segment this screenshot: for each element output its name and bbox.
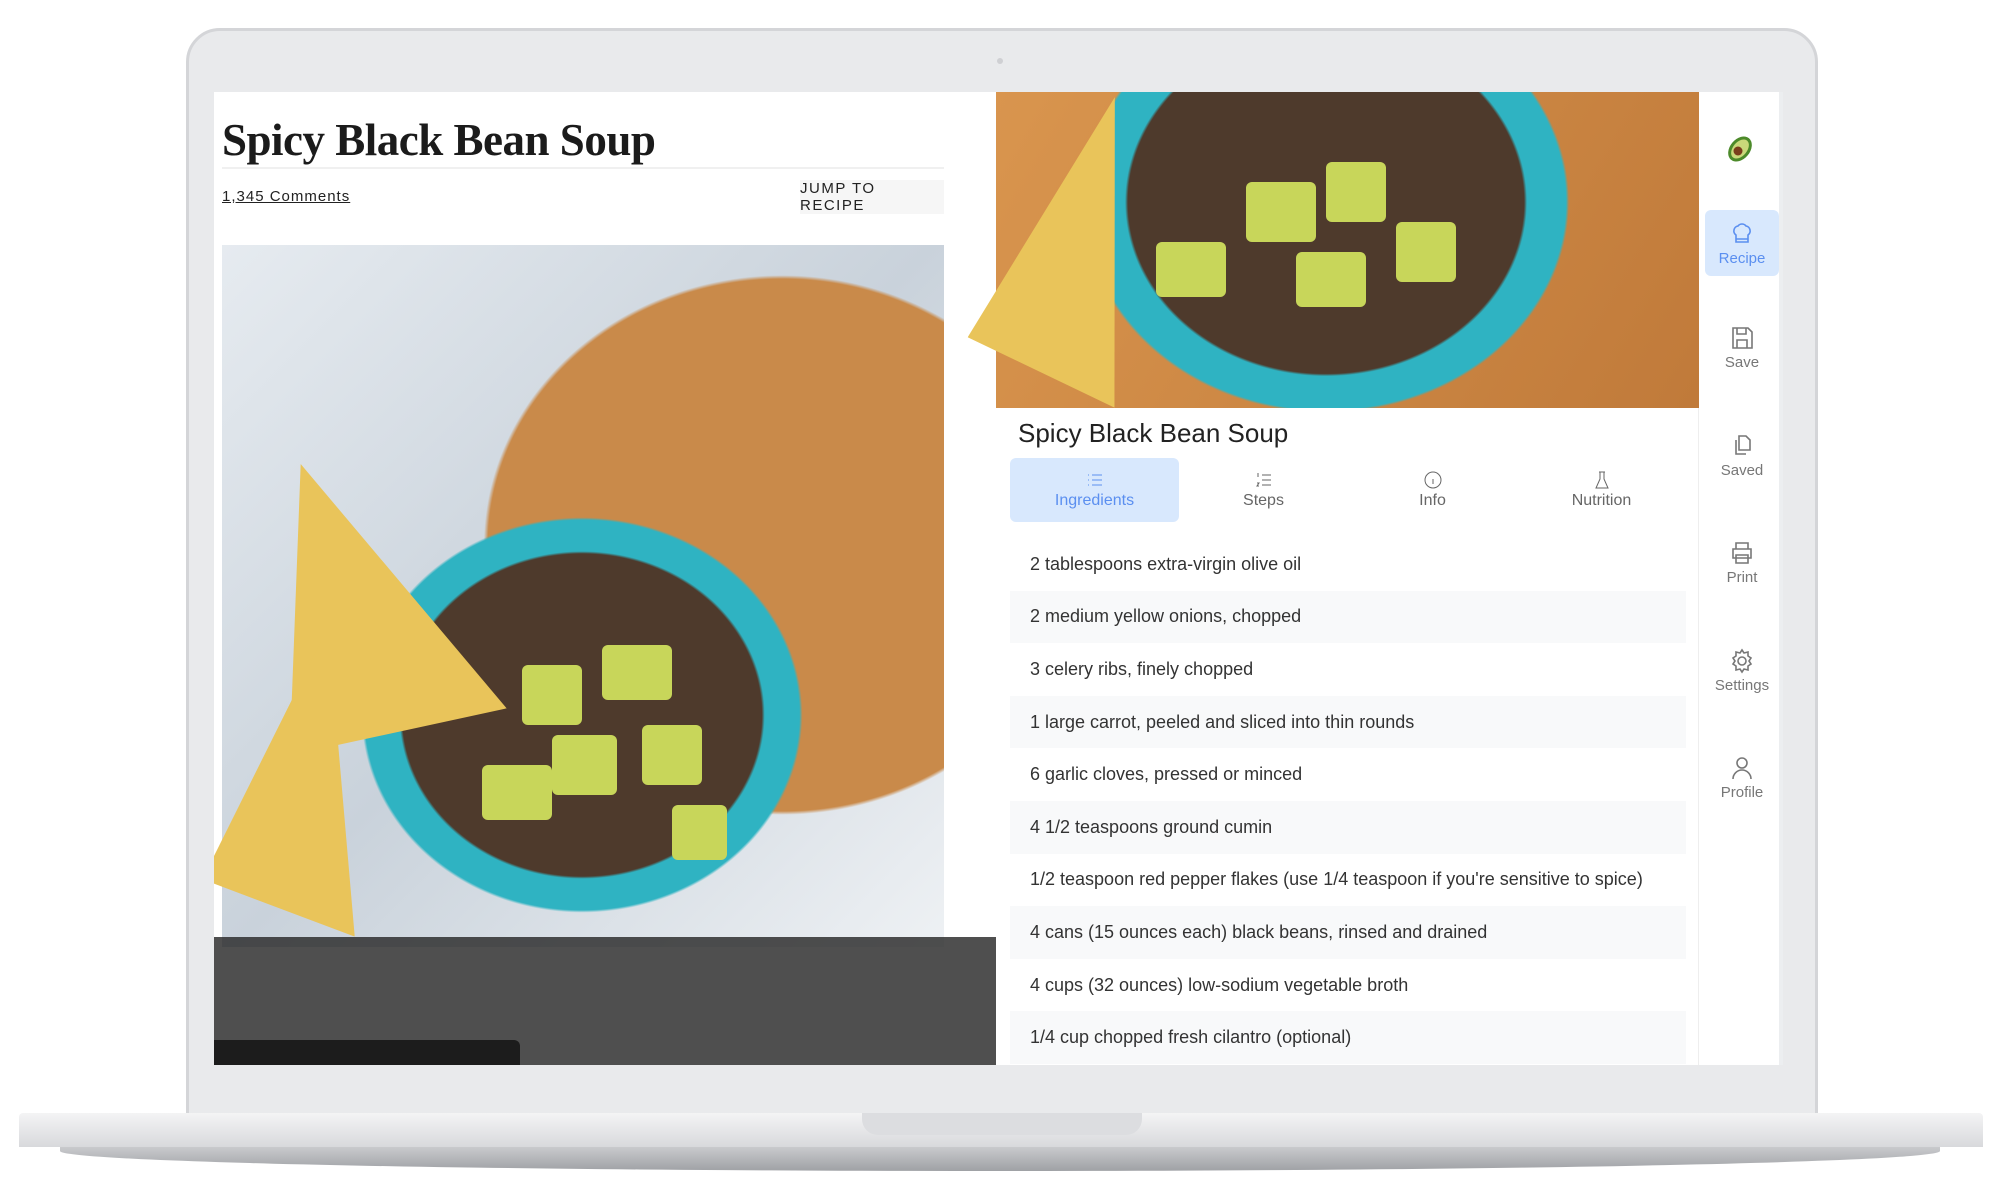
sidebar-item-label: Save [1724, 353, 1760, 371]
list-item: 1 large carrot, peeled and sliced into t… [1010, 695, 1686, 749]
user-icon [1732, 756, 1752, 779]
page-title: Spicy Black Bean Soup [222, 115, 656, 165]
sidebar-item-label: Recipe [1718, 249, 1766, 267]
sidebar-item-print[interactable]: Print [1705, 529, 1779, 595]
comments-link[interactable]: 1,345 Comments [222, 188, 350, 205]
chef-hat-icon [1733, 222, 1751, 243]
info-icon [1424, 471, 1441, 489]
tab-steps[interactable]: Steps [1179, 458, 1348, 522]
tab-label: Nutrition [1571, 492, 1632, 509]
scrollbar[interactable] [1779, 92, 1783, 1065]
printer-icon [1732, 541, 1752, 564]
numbered-list-icon [1255, 473, 1271, 487]
blog-page: Spicy Black Bean Soup 1,345 Comments JUM… [214, 92, 996, 1065]
sidebar-item-settings[interactable]: Settings [1705, 637, 1779, 703]
list-item: 1/2 teaspoon red pepper flakes (use 1/4 … [1030, 869, 1643, 890]
tab-label: Steps [1243, 492, 1284, 509]
sidebar-item-label: Print [1726, 568, 1758, 586]
copy-icon [1735, 434, 1751, 455]
recipe-tabs: Ingredients Steps Info Nutrition [1010, 458, 1686, 522]
recipe-title: Spicy Black Bean Soup [1018, 418, 1289, 448]
ingredients-list: 2 tablespoons extra-virgin olive oil 2 m… [1010, 538, 1686, 1064]
sidebar: Recipe Save Saved Print Settings Profile [1699, 92, 1779, 1065]
list-icon [1087, 474, 1102, 486]
jump-to-recipe-button[interactable]: JUMP TO RECIPE [800, 180, 944, 214]
list-item: 1/4 cup chopped fresh cilantro (optional… [1010, 1011, 1686, 1064]
list-item: 3 celery ribs, finely chopped [1030, 658, 1254, 679]
sidebar-item-label: Settings [1714, 676, 1770, 694]
sidebar-item-recipe[interactable]: Recipe [1705, 210, 1779, 276]
sidebar-item-label: Profile [1720, 783, 1764, 801]
laptop-base-bottom [60, 1147, 1940, 1171]
recipe-photo [996, 92, 1699, 408]
list-item: 2 medium yellow onions, chopped [1010, 590, 1686, 644]
divider [222, 167, 944, 169]
overlay-bar [214, 1040, 520, 1065]
soup-photo [222, 245, 944, 947]
list-item: 4 1/2 teaspoons ground cumin [1010, 800, 1686, 854]
tab-nutrition[interactable]: Nutrition [1517, 458, 1686, 522]
camera [997, 58, 1003, 64]
laptop-notch [862, 1113, 1142, 1135]
gear-icon [1731, 648, 1753, 673]
avocado-logo-icon [1728, 136, 1752, 162]
list-item: 2 tablespoons extra-virgin olive oil [1030, 553, 1302, 574]
save-icon [1732, 326, 1753, 349]
sidebar-item-save[interactable]: Save [1705, 314, 1779, 380]
sidebar-item-saved[interactable]: Saved [1705, 422, 1779, 488]
tab-label: Info [1419, 492, 1446, 509]
sidebar-item-label: Saved [1720, 461, 1764, 479]
list-item: 4 cups (32 ounces) low-sodium vegetable … [1030, 974, 1409, 995]
recipe-panel: Spicy Black Bean Soup Ingredients Steps … [996, 92, 1699, 1065]
screen: Spicy Black Bean Soup 1,345 Comments JUM… [214, 92, 1783, 1065]
sidebar-item-profile[interactable]: Profile [1705, 744, 1779, 810]
list-item: 4 cans (15 ounces each) black beans, rin… [1010, 906, 1686, 959]
tab-label: Ingredients [1054, 492, 1135, 509]
list-item: 6 garlic cloves, pressed or minced [1030, 764, 1303, 785]
tab-info[interactable]: Info [1348, 458, 1517, 522]
flask-icon [1594, 471, 1609, 489]
tab-ingredients[interactable]: Ingredients [1010, 458, 1179, 522]
